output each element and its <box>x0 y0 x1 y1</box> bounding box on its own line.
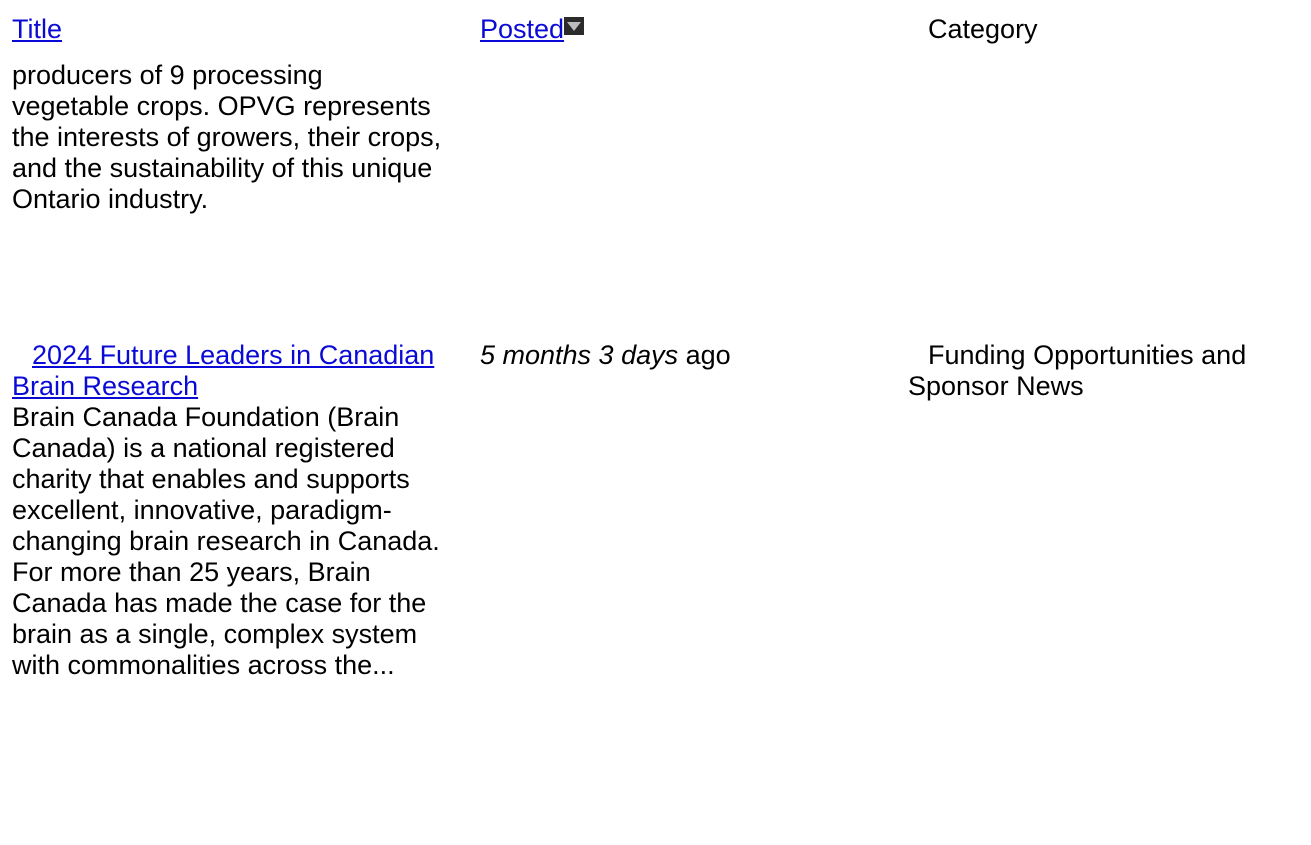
posted-suffix: ago <box>678 340 731 370</box>
list-item-posted: 5 months 3 days ago <box>480 340 880 371</box>
list-item-category: Funding Opportunities and Sponsor News <box>908 340 1308 402</box>
description-text: producers of 9 processing vegetable crop… <box>12 60 442 214</box>
sort-descending-icon[interactable] <box>564 17 585 35</box>
column-header-posted: Posted <box>480 14 880 45</box>
posted-age: 5 months 3 days <box>480 340 679 370</box>
sort-by-title-link[interactable]: Title <box>12 14 62 44</box>
sort-by-posted-link[interactable]: Posted <box>480 14 564 44</box>
list-item-description: Brain Canada Foundation (Brain Canada) i… <box>12 402 442 681</box>
category-header-label: Category <box>928 14 1038 44</box>
column-header-category: Category <box>908 14 1308 45</box>
list-item-title: 2024 Future Leaders in Canadian Brain Re… <box>12 340 442 402</box>
listing-page: Title Posted Category producers of 9 pro… <box>0 0 1311 845</box>
description-text: Brain Canada Foundation (Brain Canada) i… <box>12 402 440 680</box>
list-item-description: producers of 9 processing vegetable crop… <box>12 60 442 215</box>
item-title-link[interactable]: 2024 Future Leaders in Canadian Brain Re… <box>12 340 434 401</box>
column-header-title: Title <box>12 14 442 45</box>
category-label: Funding Opportunities and Sponsor News <box>908 340 1247 401</box>
